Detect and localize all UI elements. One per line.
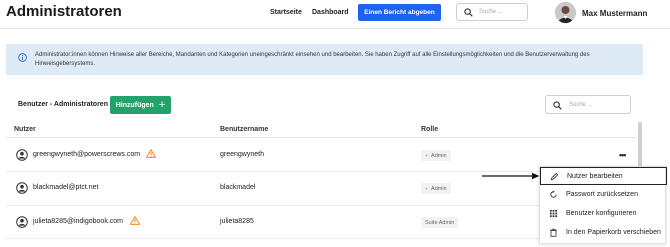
avatar-photo-icon (555, 2, 576, 23)
grid-icon (549, 209, 558, 218)
trash-icon (550, 228, 557, 237)
pointer-arrow-icon (482, 172, 540, 180)
menu-item-label: Passwort zurücksetzen (566, 191, 638, 198)
search-placeholder: Suche ... (569, 102, 593, 108)
menu-item-label: Nutzer bearbeiten (567, 173, 623, 180)
search-icon (553, 101, 562, 110)
row-context-menu: Nutzer bearbeiten Passwort zurücksetzen … (539, 166, 667, 244)
user-username: blackmadel (220, 184, 256, 191)
row-actions-button[interactable]: ••• (619, 150, 627, 160)
user-email: blackmadel@ptct.net (33, 184, 99, 191)
user-circle-icon (16, 182, 28, 194)
avatar[interactable] (555, 2, 576, 23)
menu-item-configure-user[interactable]: Benutzer konfigurieren (540, 205, 667, 223)
user-circle-icon (16, 149, 28, 161)
role-dot-icon: ● (425, 185, 429, 192)
add-button-label: Hinzufügen (115, 101, 154, 109)
warning-icon (146, 149, 156, 158)
user-name[interactable]: Max Mustermann (582, 9, 647, 18)
table-header-divider (6, 137, 636, 138)
user-search-input[interactable]: Suche ... (545, 95, 631, 114)
page-title: Administratoren (6, 3, 122, 20)
role-label: Admin (431, 152, 447, 159)
header-search-input[interactable]: Suche ... (456, 3, 528, 21)
reset-icon (550, 190, 557, 198)
header-divider (0, 28, 670, 29)
user-username: greengwyneth (220, 151, 264, 158)
add-user-button[interactable]: Hinzufügen + (110, 96, 171, 114)
menu-item-reset-password[interactable]: Passwort zurücksetzen (540, 186, 667, 204)
menu-item-edit-user[interactable]: Nutzer bearbeiten (540, 167, 667, 185)
nav-startseite[interactable]: Startseite (270, 9, 302, 16)
role-dot-icon: ● (425, 152, 429, 159)
menu-item-label: In den Papierkorb verschieben (566, 229, 661, 236)
search-placeholder: Suche ... (479, 9, 503, 15)
user-username: julieta8285 (220, 218, 254, 225)
table-scrollbar[interactable] (638, 122, 642, 172)
role-badge: Suite Admin (421, 217, 459, 228)
role-label: Suite Admin (425, 219, 455, 226)
info-text: Administrator:innen können Hinweise alle… (35, 52, 590, 67)
section-title: Benutzer - Administratoren (18, 101, 108, 108)
info-icon (18, 53, 27, 62)
menu-item-label: Benutzer konfigurieren (566, 210, 637, 217)
menu-item-move-to-trash[interactable]: In den Papierkorb verschieben (540, 224, 667, 242)
top-header: Administratoren Startseite Dashboard Ein… (0, 0, 670, 30)
role-badge: ● Admin (421, 183, 451, 194)
warning-icon (130, 216, 140, 225)
column-header-benutzername[interactable]: Benutzername (220, 126, 268, 133)
user-email: greengwyneth@powerscrews.com (33, 151, 141, 158)
role-label: Admin (431, 185, 447, 192)
info-banner: Administrator:innen können Hinweise alle… (6, 44, 643, 75)
role-badge: ● Admin (421, 150, 451, 161)
column-header-rolle[interactable]: Rolle (421, 126, 438, 133)
column-header-nutzer[interactable]: Nutzer (14, 126, 36, 133)
user-email: julieta8285@indigobook.com (33, 218, 123, 225)
report-button[interactable]: Einen Bericht abgeben (358, 4, 441, 21)
plus-icon: + (158, 99, 166, 111)
user-circle-icon (16, 216, 28, 228)
pencil-icon (550, 172, 559, 181)
search-icon (464, 8, 473, 17)
nav-dashboard[interactable]: Dashboard (312, 9, 349, 16)
